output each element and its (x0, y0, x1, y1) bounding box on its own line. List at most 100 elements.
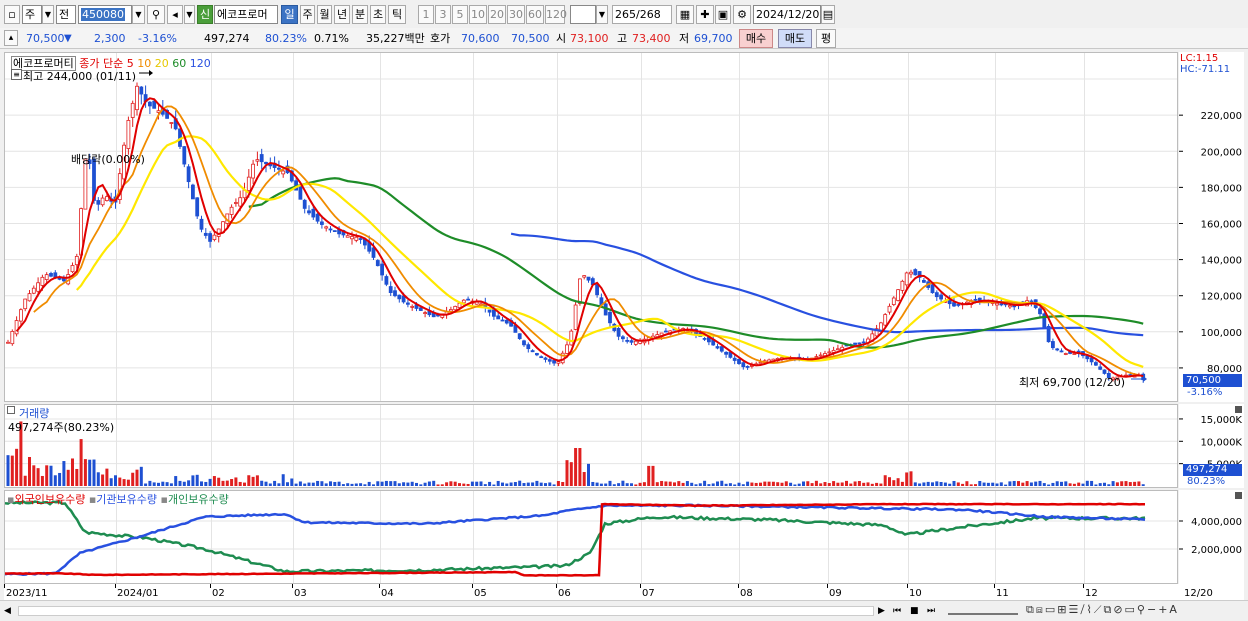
gear-icon[interactable]: ⚙ (733, 5, 751, 24)
stop-icon[interactable]: ■ (910, 604, 924, 618)
last-page-icon[interactable]: ⏭ (927, 604, 941, 618)
volume-bar (604, 483, 608, 486)
holdings-chart[interactable]: ▪외국인보유수량 ▪기관보유수량 ▪개인보유수량 (4, 490, 1178, 584)
price-tick-label: 160,000 (1201, 219, 1242, 230)
blank-select[interactable] (570, 5, 596, 24)
volume-bar (1115, 482, 1119, 486)
volume-bar (922, 482, 926, 486)
ma-line-5 (15, 97, 1144, 378)
first-page-icon[interactable]: ⏮ (893, 604, 907, 618)
buy-button[interactable]: 매수 (739, 29, 773, 48)
volume-bar (333, 481, 337, 486)
volume-bar (324, 483, 328, 486)
volume-bar (569, 462, 573, 486)
market-select[interactable]: 주 (22, 5, 42, 24)
candle-body (311, 208, 316, 218)
interval-button[interactable]: 120 (545, 5, 567, 24)
change-value: 2,300 (94, 32, 126, 45)
collapse-icon[interactable]: ▴ (4, 30, 18, 46)
save-icon[interactable]: ▣ (715, 5, 731, 24)
interval-button[interactable]: 10 (469, 5, 487, 24)
volume-bar (157, 482, 160, 486)
period-button[interactable]: 년 (334, 5, 350, 24)
interval-button[interactable]: 60 (526, 5, 544, 24)
volume-bar (582, 472, 586, 486)
mode-select[interactable]: 전 (56, 5, 76, 24)
candle-body (556, 361, 561, 364)
speaker-icon[interactable]: ◂ (167, 5, 183, 24)
interval-button[interactable]: 1 (418, 5, 434, 24)
price-chart[interactable]: 에코프로머티 종가 단순 5 10 20 60 120 ≡ 최고 244,000… (4, 52, 1178, 402)
ma-legend-item: 60 (168, 57, 187, 70)
volume-bar (647, 465, 651, 486)
period-button[interactable]: 월 (317, 5, 332, 24)
volume-chart[interactable]: 거래량 497,274주(80.23%) (4, 404, 1178, 488)
volume-bar (247, 475, 251, 486)
volume-panel-icon[interactable] (7, 406, 15, 414)
period-button[interactable]: 분 (352, 5, 368, 24)
interval-button[interactable]: 20 (488, 5, 506, 24)
stock-code-input[interactable]: 450080 (78, 5, 132, 24)
candle-body (504, 319, 509, 324)
interval-button[interactable]: 30 (507, 5, 525, 24)
period-button[interactable]: 초 (370, 5, 386, 24)
holdings-axis-svg: 4,000,000 2,000,000 (1179, 517, 1242, 556)
holdings-legend-item: 개인보유수량 (167, 493, 229, 506)
period-button[interactable]: 주 (300, 5, 315, 24)
search-icon[interactable]: ⚲ (147, 5, 165, 24)
volume-bar (354, 483, 358, 486)
x-tick-label: 07 (642, 588, 655, 599)
interval-button[interactable]: 3 (435, 5, 451, 24)
volume-bar (419, 484, 423, 486)
candle-body (14, 320, 19, 335)
calendar-icon[interactable]: ▤ (821, 5, 835, 24)
volume-bar (316, 480, 320, 486)
scroll-track[interactable] (18, 606, 874, 616)
volume-bar (36, 468, 40, 486)
new-badge: 신 (197, 5, 213, 24)
x-tick-label: 02 (212, 588, 225, 599)
grid-icon[interactable]: ▦ (676, 5, 694, 24)
sell-button[interactable]: 매도 (778, 29, 812, 48)
period-button[interactable]: 틱 (388, 5, 406, 24)
volume-bar (290, 478, 294, 486)
date-input[interactable]: 2024/12/20 (753, 5, 821, 24)
crosshair-icon[interactable]: ✚ (696, 5, 714, 24)
holdings-close-icon[interactable] (1235, 492, 1242, 499)
scroll-left-icon[interactable]: ◀ (4, 604, 16, 618)
eval-button[interactable]: 평 (816, 29, 836, 48)
volume-bar (234, 477, 238, 486)
candle-body (405, 302, 410, 305)
interval-button[interactable]: 5 (452, 5, 468, 24)
volume-bar (879, 483, 883, 486)
candle-body (621, 336, 625, 340)
candle-body (358, 238, 363, 240)
volume-bar (1008, 481, 1012, 486)
count-field[interactable]: 265/268 (612, 5, 672, 24)
volume-bar (759, 482, 762, 486)
volume-close-icon[interactable] (1235, 406, 1242, 413)
volume-bar (862, 482, 866, 486)
volume-bar (587, 463, 590, 486)
volume-bar (711, 483, 715, 486)
volume-bar (883, 475, 887, 486)
window-icon[interactable]: ▫ (4, 5, 20, 24)
volume-bar (703, 480, 707, 486)
candle-body (724, 351, 728, 355)
period-button[interactable]: 일 (281, 5, 298, 24)
chart-menu-icon[interactable]: ≡ (11, 69, 22, 80)
code-dropdown-icon[interactable]: ▼ (132, 5, 145, 24)
drawing-tools[interactable]: ⧉⧈▭⊞☰⧸⌇⟋⧉⊘▭⚲−+A (1026, 603, 1246, 619)
holdings-axis: 4,000,000 2,000,000 (1179, 490, 1244, 584)
volume-bar (853, 481, 857, 486)
speaker-dropdown-icon[interactable]: ▼ (184, 5, 195, 24)
candle-body (952, 302, 956, 307)
zoom-slider[interactable] (948, 607, 1018, 615)
market-dropdown-icon[interactable]: ▼ (42, 5, 54, 24)
scroll-right-icon[interactable]: ▶ (878, 604, 890, 618)
volume-bar (367, 481, 371, 486)
candle-body (319, 221, 324, 225)
volume-bar (965, 481, 969, 486)
blank-dropdown-icon[interactable]: ▼ (596, 5, 608, 24)
candle-body (535, 353, 539, 356)
